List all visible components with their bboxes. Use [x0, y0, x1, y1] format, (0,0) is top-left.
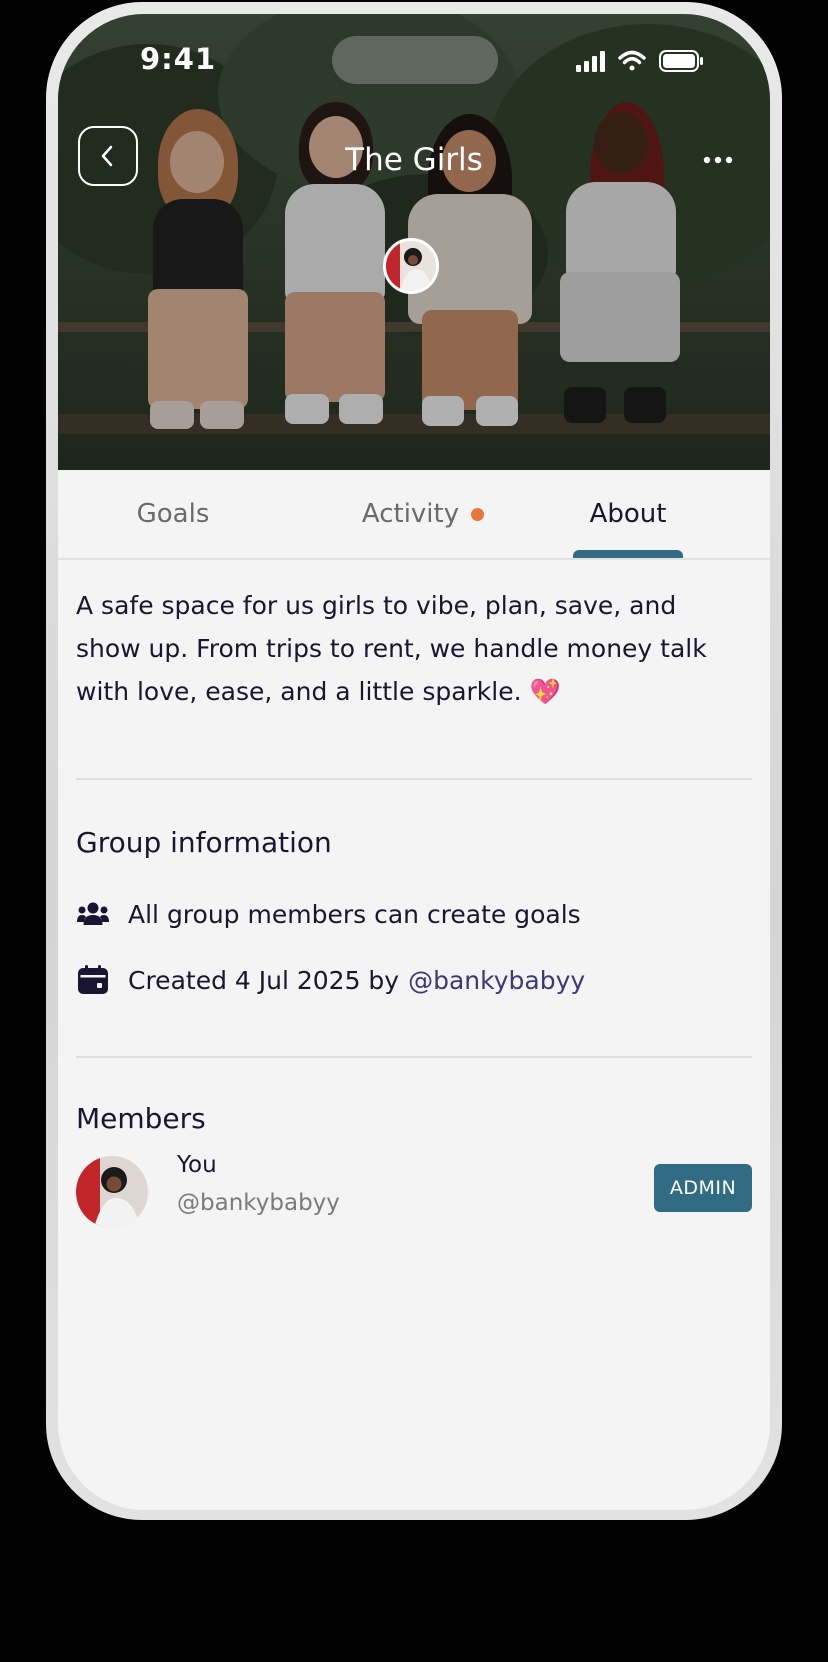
active-tab-indicator — [573, 550, 683, 558]
calendar-icon — [76, 963, 110, 997]
section-divider — [76, 778, 752, 780]
tab-about[interactable]: About — [558, 470, 698, 558]
battery-icon — [659, 50, 703, 72]
tab-goals-label: Goals — [136, 499, 210, 529]
created-row: Created 4 Jul 2025 by @bankybabyy — [76, 960, 585, 1000]
avatar — [76, 1156, 148, 1228]
group-avatar[interactable] — [383, 238, 439, 294]
creator-handle-link[interactable]: @bankybabyy — [408, 966, 585, 995]
tab-activity-label: Activity — [361, 499, 460, 529]
tab-goals[interactable]: Goals — [98, 470, 248, 558]
status-bar-icons — [576, 48, 706, 74]
app-screen: 9:41 The Girls Goals Activity About A sa… — [58, 14, 770, 1510]
chevron-left-icon — [101, 145, 113, 167]
tab-bar: Goals Activity About — [58, 470, 770, 560]
members-title: Members — [76, 1102, 206, 1135]
tab-activity[interactable]: Activity — [328, 470, 518, 558]
notification-dot — [471, 507, 485, 521]
more-horizontal-icon — [703, 156, 733, 164]
member-name: You — [177, 1152, 217, 1178]
status-bar-time: 9:41 — [140, 42, 217, 76]
permissions-row: All group members can create goals — [76, 894, 581, 934]
dynamic-island — [332, 36, 498, 84]
users-icon — [76, 897, 110, 931]
more-options-button[interactable] — [698, 146, 738, 174]
permissions-text: All group members can create goals — [128, 899, 581, 929]
group-description: A safe space for us girls to vibe, plan,… — [76, 591, 707, 706]
group-title: The Girls — [345, 142, 483, 178]
member-handle: @bankybabyy — [177, 1190, 340, 1216]
back-button[interactable] — [78, 126, 138, 186]
created-date-text: Created 4 Jul 2025 by — [128, 965, 400, 995]
admin-badge: ADMIN — [654, 1164, 752, 1212]
cellular-signal-icon — [576, 51, 605, 72]
group-information-title: Group information — [76, 826, 332, 859]
member-list-item[interactable]: You @bankybabyy ADMIN — [76, 1152, 752, 1232]
tab-about-label: About — [589, 499, 667, 529]
wifi-icon — [618, 50, 646, 71]
section-divider — [76, 1056, 752, 1058]
